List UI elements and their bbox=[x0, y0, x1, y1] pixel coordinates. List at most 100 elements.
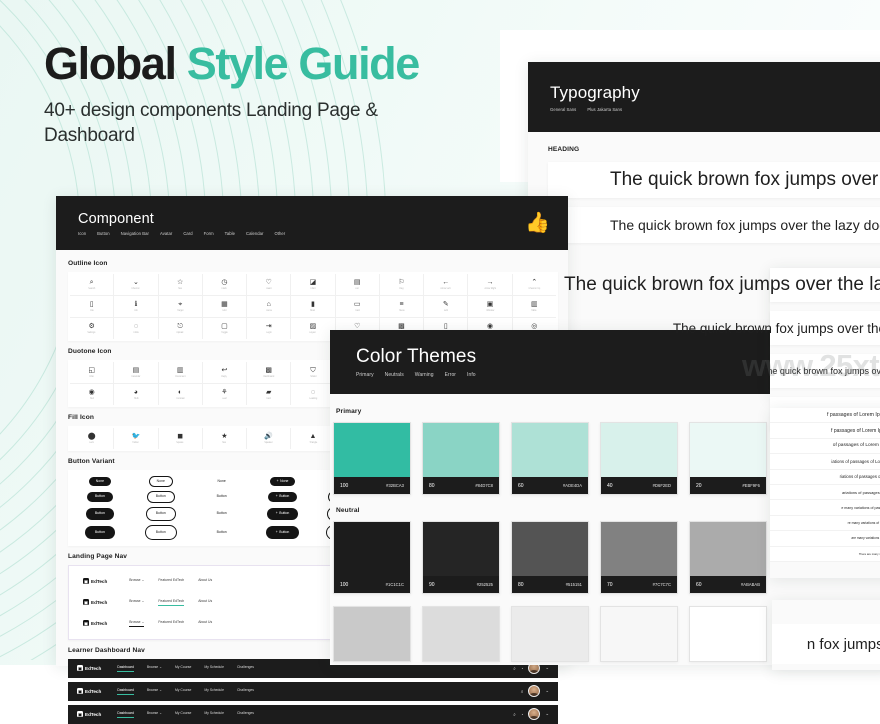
flag-icon[interactable]: ⚐ Flag bbox=[380, 274, 425, 295]
bell-icon[interactable]: ◔ bbox=[521, 666, 524, 671]
chevron-down-icon[interactable]: ⌄ bbox=[545, 711, 549, 717]
color-swatch[interactable]: 60 #ADE4DA bbox=[511, 422, 589, 495]
chart-icon[interactable]: ◪ Chart bbox=[291, 274, 336, 295]
dashboard-nav-link-3[interactable]: My Schedule bbox=[204, 711, 224, 718]
color-swatch[interactable]: 100 #32BCA3 bbox=[333, 422, 411, 495]
color-swatch[interactable] bbox=[689, 606, 767, 662]
color-swatch[interactable]: 80 #515151 bbox=[511, 521, 589, 594]
dashboard-nav-link-4[interactable]: Challenges bbox=[237, 688, 254, 695]
color-swatch[interactable]: 40 #D6F2ED bbox=[600, 422, 678, 495]
color-tab-1[interactable]: Neutrals bbox=[385, 372, 404, 378]
square-fill-icon[interactable]: ◼ Square bbox=[159, 428, 203, 449]
menu-icon[interactable]: ≡ Menu bbox=[380, 296, 425, 317]
arrow-right-icon[interactable]: → Arrow Right bbox=[468, 274, 513, 295]
brand-logo[interactable]: ▣ EdTech bbox=[83, 620, 107, 627]
file-icon[interactable]: ▯ File bbox=[70, 296, 115, 317]
brand-logo[interactable]: ▣ EdTech bbox=[77, 711, 101, 718]
variant-button[interactable]: None bbox=[211, 477, 233, 486]
landing-nav-link-1[interactable]: Featured EdTech bbox=[158, 578, 184, 584]
home-icon[interactable]: ⌂ Home bbox=[247, 296, 292, 317]
variant-button[interactable]: +None bbox=[269, 477, 296, 486]
color-themes-tab-list[interactable]: Primary Neutrals Warning Error Info bbox=[356, 372, 476, 378]
brand-logo[interactable]: ▣ EdTech bbox=[83, 599, 107, 606]
brand-logo[interactable]: ▣ EdTech bbox=[77, 688, 101, 695]
color-swatch[interactable]: 60 #ABABAB bbox=[689, 521, 767, 594]
landing-nav-link-1[interactable]: Featured EdTech bbox=[158, 620, 184, 627]
color-swatch[interactable] bbox=[333, 606, 411, 662]
shield-duotone-icon[interactable]: ⛉ Shield bbox=[291, 362, 336, 383]
bulb-duotone-icon[interactable]: ◕ Bulb bbox=[114, 384, 159, 405]
color-swatch[interactable]: 80 #84D7C8 bbox=[422, 422, 500, 495]
color-tab-2[interactable]: Warning bbox=[415, 372, 434, 378]
clock-icon[interactable]: ◷ Clock bbox=[203, 274, 248, 295]
dashboard-nav-link-2[interactable]: My Course bbox=[175, 711, 191, 718]
variant-button[interactable]: Button bbox=[84, 525, 115, 539]
star-fill-icon[interactable]: ★ Star bbox=[203, 428, 248, 449]
twitter-fill-icon[interactable]: 🐦 Twitter bbox=[114, 428, 159, 449]
dashboard-nav-link-1[interactable]: Browse ⌄ bbox=[147, 711, 162, 718]
search-icon[interactable]: ⌕ bbox=[513, 666, 515, 671]
variant-button[interactable]: Button bbox=[208, 508, 236, 520]
variant-button[interactable]: Button bbox=[146, 490, 175, 503]
layout-icon[interactable]: ▨ Layout bbox=[291, 318, 336, 339]
dashboard-nav-list[interactable]: ▣ EdTech Dashboard Browse ⌄ My Course My Sche… bbox=[68, 658, 558, 724]
component-tab-list[interactable]: Icon Button Navigation Bar Avatar Card Form Ta… bbox=[78, 231, 285, 236]
brand-logo[interactable]: ▣ EdTech bbox=[77, 665, 101, 672]
bell-icon[interactable]: ◔ bbox=[521, 712, 524, 717]
book-icon[interactable]: ▮ Book bbox=[291, 296, 336, 317]
chevron-down-icon[interactable]: ⌄ Chevron bbox=[114, 274, 159, 295]
speaker-fill-icon[interactable]: 🔊 Speaker bbox=[247, 428, 292, 449]
variant-button[interactable]: Button bbox=[85, 507, 114, 520]
variant-button[interactable]: Button bbox=[209, 492, 235, 502]
color-swatch[interactable]: 70 #7C7C7C bbox=[600, 521, 678, 594]
avatar[interactable] bbox=[528, 708, 541, 721]
component-tab-1[interactable]: Button bbox=[97, 231, 109, 236]
edit-icon[interactable]: ✎ Edit bbox=[424, 296, 469, 317]
chat-duotone-icon[interactable]: ◱ Chat bbox=[70, 362, 115, 383]
dashboard-nav-link-2[interactable]: My Course bbox=[175, 688, 191, 695]
color-swatch[interactable]: 90 #252525 bbox=[422, 521, 500, 594]
component-tab-3[interactable]: Avatar bbox=[160, 231, 172, 236]
landing-nav-link-1[interactable]: Featured EdTech bbox=[158, 599, 185, 606]
color-swatch[interactable] bbox=[600, 606, 678, 662]
color-swatch[interactable] bbox=[422, 606, 500, 662]
arrow-left-icon[interactable]: ← Arrow Left bbox=[424, 274, 469, 295]
chevron-down-icon[interactable]: ⌄ bbox=[545, 688, 549, 694]
variant-button[interactable]: None bbox=[148, 476, 173, 487]
variant-button[interactable]: +Button bbox=[266, 507, 299, 520]
color-tab-3[interactable]: Error bbox=[445, 372, 456, 378]
info-icon[interactable]: ℹ Info bbox=[114, 296, 159, 317]
color-tab-0[interactable]: Primary bbox=[356, 372, 374, 378]
dashboard-nav-link-0[interactable]: Dashboard bbox=[117, 688, 134, 695]
grid-duotone-icon[interactable]: ▩ Dashboard bbox=[247, 362, 292, 383]
card-icon[interactable]: ▭ Card bbox=[336, 296, 380, 317]
loader-duotone-icon[interactable]: ◌ Loading bbox=[291, 384, 336, 405]
heart-icon[interactable]: ♡ Heart bbox=[247, 274, 292, 295]
dashboard-nav-link-4[interactable]: Challenges bbox=[237, 665, 254, 672]
landing-nav-link-2[interactable]: About Us bbox=[198, 599, 212, 606]
dashboard-nav-link-0[interactable]: Dashboard bbox=[117, 665, 134, 672]
landing-nav-link-0[interactable]: Browse ⌄ bbox=[129, 599, 144, 606]
typography-tab-1[interactable]: Plus Jakarta Sans bbox=[587, 107, 622, 112]
target-icon[interactable]: ⌖ Target bbox=[159, 296, 203, 317]
leaf-duotone-icon[interactable]: ⚘ Leaf bbox=[203, 384, 248, 405]
component-tab-0[interactable]: Icon bbox=[78, 231, 86, 236]
variant-button[interactable]: None bbox=[88, 477, 112, 486]
login-icon[interactable]: ⇥ Login bbox=[247, 318, 292, 339]
color-tab-4[interactable]: Info bbox=[467, 372, 476, 378]
card-duotone-icon[interactable]: ▰ Card bbox=[247, 384, 292, 405]
typography-tab-0[interactable]: General Sans bbox=[550, 107, 576, 112]
color-swatch[interactable]: 100 #1C1C1C bbox=[333, 521, 411, 594]
landing-nav-link-0[interactable]: Browse ⌄ bbox=[129, 578, 144, 584]
variant-button[interactable]: Button bbox=[86, 491, 113, 502]
component-tab-5[interactable]: Form bbox=[204, 231, 214, 236]
variant-button[interactable]: Button bbox=[207, 526, 237, 539]
component-tab-6[interactable]: Table bbox=[225, 231, 235, 236]
star-icon[interactable]: ☆ Star bbox=[159, 274, 203, 295]
search-icon[interactable]: ⌕ Search bbox=[70, 274, 115, 295]
contrast-duotone-icon[interactable]: ◐ Contrast bbox=[159, 384, 203, 405]
dashboard-nav-link-4[interactable]: Challenges bbox=[237, 711, 254, 718]
calendar-duotone-icon[interactable]: ▤ Calendar bbox=[114, 362, 159, 383]
toggle-icon[interactable]: ▢ Toggle bbox=[203, 318, 248, 339]
color-swatch[interactable]: 20 #EBF9F6 bbox=[689, 422, 767, 495]
